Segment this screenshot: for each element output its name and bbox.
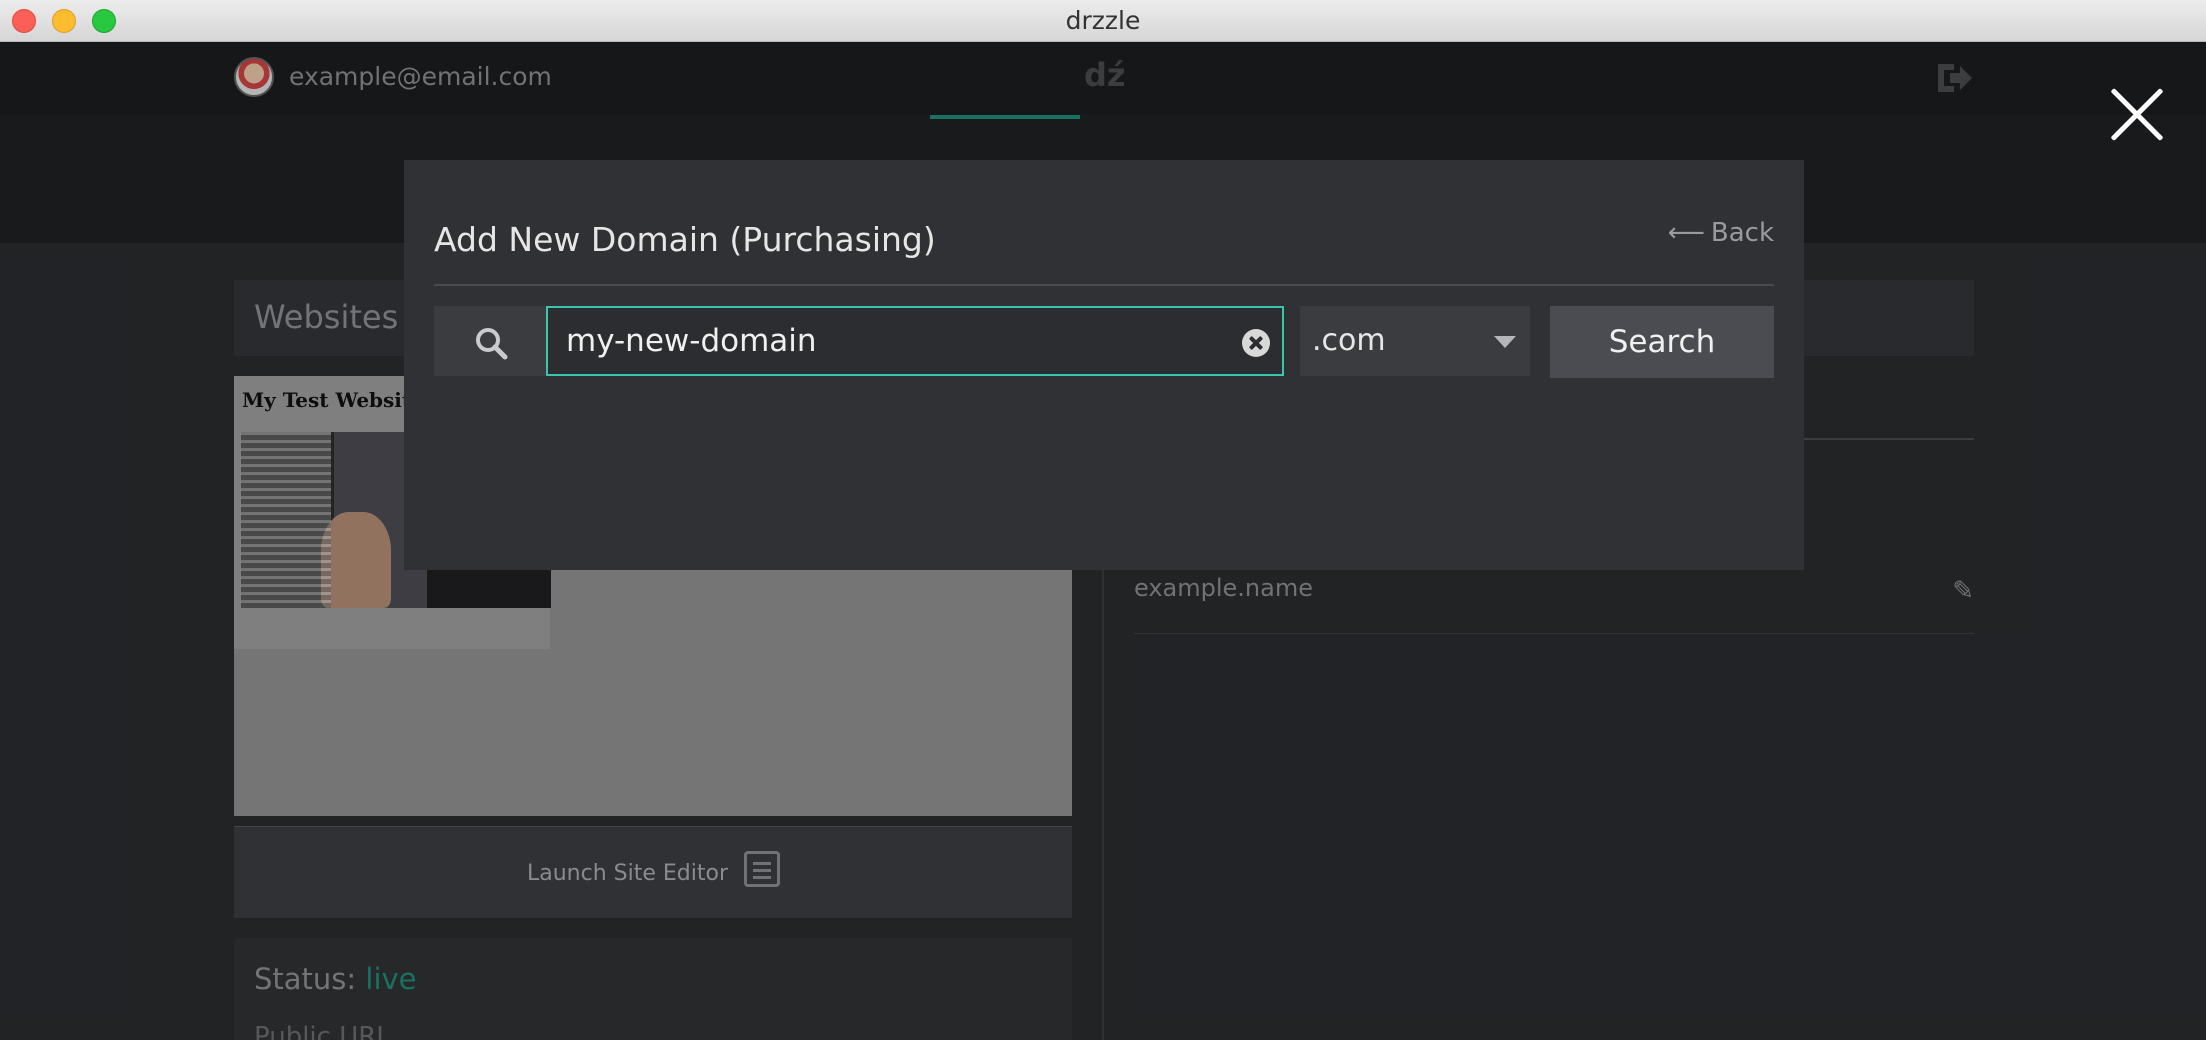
modal-title: Add New Domain (Purchasing) — [434, 220, 936, 259]
window-title: drzzle — [1065, 6, 1141, 35]
add-domain-modal: Add New Domain (Purchasing) ⟵Back .com S… — [404, 160, 1804, 570]
tld-select[interactable]: .com — [1300, 306, 1530, 376]
close-icon[interactable] — [2108, 86, 2166, 144]
search-icon — [476, 328, 508, 360]
arrow-left-icon: ⟵ — [1667, 218, 1705, 248]
clear-icon[interactable] — [1242, 329, 1270, 357]
domain-search-field[interactable] — [546, 306, 1284, 376]
search-icon-box — [434, 306, 546, 376]
back-button[interactable]: ⟵ Back — [1668, 218, 1774, 248]
domain-search-input[interactable] — [566, 308, 1206, 374]
chevron-down-icon — [1494, 336, 1516, 348]
window-titlebar: drzzle — [0, 0, 2206, 42]
search-button[interactable]: Search — [1550, 306, 1774, 378]
back-label: Back — [1710, 218, 1774, 248]
modal-divider — [434, 284, 1774, 286]
tld-selected-value: .com — [1312, 323, 1386, 358]
